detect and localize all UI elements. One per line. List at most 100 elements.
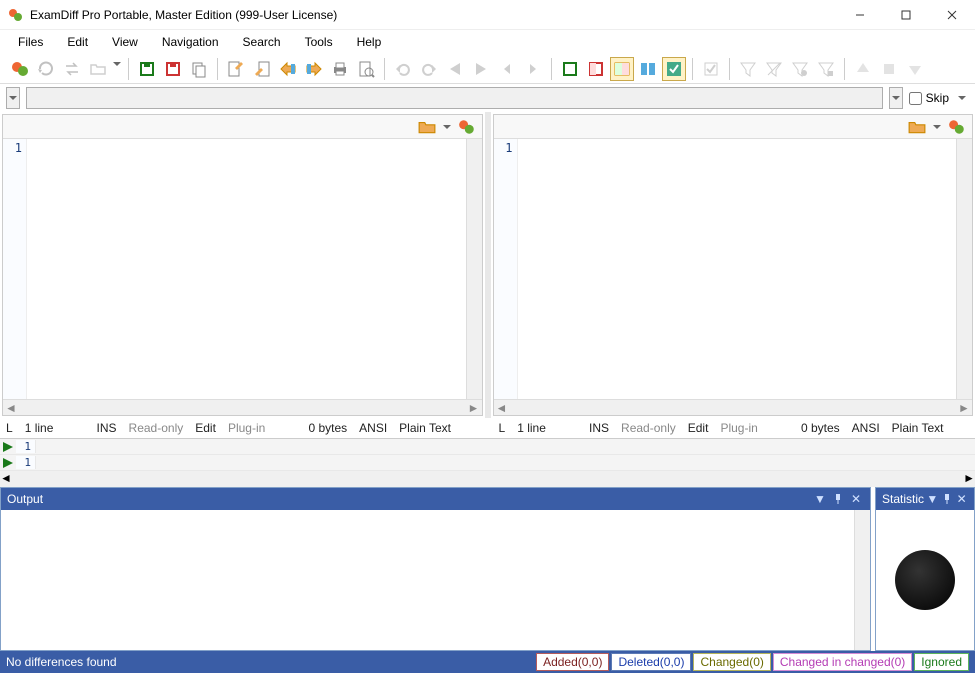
compare-mini-icon[interactable]: [948, 118, 966, 136]
filter-dropdown[interactable]: [889, 87, 903, 109]
badge-ignored: Ignored: [914, 653, 969, 671]
readonly-label: Read-only: [615, 421, 682, 435]
view-sync-icon[interactable]: [662, 57, 686, 81]
prev-icon[interactable]: [495, 57, 519, 81]
down-icon[interactable]: [903, 57, 927, 81]
filter-history-dropdown[interactable]: [6, 87, 20, 109]
diff-row-1[interactable]: 1: [0, 439, 975, 455]
filter3-icon[interactable]: [788, 57, 812, 81]
size-label: 0 bytes: [795, 421, 846, 435]
stop-icon[interactable]: [877, 57, 901, 81]
left-vscroll[interactable]: [466, 139, 482, 399]
copy-icon[interactable]: [187, 57, 211, 81]
status-bar: No differences found Added(0,0) Deleted(…: [0, 651, 975, 673]
badge-added: Added(0,0): [536, 653, 609, 671]
edit-left-icon[interactable]: [224, 57, 248, 81]
line-count: 1 line: [19, 421, 60, 435]
output-panel: Output ▼ ✕: [0, 487, 871, 651]
save-icon[interactable]: [135, 57, 159, 81]
undo-icon[interactable]: [391, 57, 415, 81]
skip-checkbox[interactable]: Skip: [909, 91, 949, 105]
checkmark-icon[interactable]: [699, 57, 723, 81]
statistic-panel: Statistic ▼ ✕: [875, 487, 975, 651]
main-hscroll[interactable]: ◄►: [0, 471, 975, 487]
diff-summary-rows: 1 1: [0, 438, 975, 471]
diff-line-num: 1: [16, 440, 36, 453]
prev-diff-icon[interactable]: [443, 57, 467, 81]
up-icon[interactable]: [851, 57, 875, 81]
close-button[interactable]: [929, 0, 975, 30]
edit-right-icon[interactable]: [250, 57, 274, 81]
menu-bar: Files Edit View Navigation Search Tools …: [0, 30, 975, 54]
right-pane-header: [494, 115, 973, 139]
status-message: No differences found: [6, 655, 536, 669]
right-editor[interactable]: [518, 139, 957, 399]
preview-icon[interactable]: [354, 57, 378, 81]
output-vscroll[interactable]: [854, 510, 870, 650]
right-hscroll[interactable]: ◄►: [494, 399, 973, 415]
open-file-icon[interactable]: [418, 118, 436, 136]
open-file-icon[interactable]: [908, 118, 926, 136]
statistic-title: Statistic: [882, 492, 924, 506]
left-hscroll[interactable]: ◄►: [3, 399, 482, 415]
filter2-icon[interactable]: [762, 57, 786, 81]
pane-splitter[interactable]: [485, 112, 491, 418]
badge-deleted: Deleted(0,0): [611, 653, 691, 671]
left-editor[interactable]: [27, 139, 466, 399]
next-diff-icon[interactable]: [469, 57, 493, 81]
menu-view[interactable]: View: [102, 33, 148, 51]
panel-menu-icon[interactable]: ▼: [926, 491, 939, 507]
open-dropdown-icon[interactable]: [928, 118, 946, 136]
output-header: Output ▼ ✕: [1, 488, 870, 510]
output-text[interactable]: [1, 510, 854, 650]
view-single-icon[interactable]: [558, 57, 582, 81]
redo-icon[interactable]: [417, 57, 441, 81]
output-title: Output: [7, 492, 43, 506]
menu-tools[interactable]: Tools: [295, 33, 343, 51]
encoding-label: ANSI: [353, 421, 393, 435]
panel-close-icon[interactable]: ✕: [955, 491, 968, 507]
save-red-icon[interactable]: [161, 57, 185, 81]
left-gutter: 1: [3, 139, 27, 399]
menu-search[interactable]: Search: [233, 33, 291, 51]
diff-row-2[interactable]: 1: [0, 455, 975, 471]
menu-files[interactable]: Files: [8, 33, 53, 51]
swap-icon[interactable]: [60, 57, 84, 81]
dropdown-icon[interactable]: [112, 57, 122, 81]
menu-navigation[interactable]: Navigation: [152, 33, 229, 51]
badge-changed: Changed(0): [693, 653, 770, 671]
open-folder-icon[interactable]: [86, 57, 110, 81]
panel-close-icon[interactable]: ✕: [848, 491, 864, 507]
panel-pin-icon[interactable]: [941, 491, 954, 507]
refresh-icon[interactable]: [34, 57, 58, 81]
filter-combo[interactable]: [26, 87, 883, 109]
view-left-icon[interactable]: [584, 57, 608, 81]
app-icon: [8, 7, 24, 23]
readonly-label: Read-only: [123, 421, 190, 435]
view-split-icon[interactable]: [610, 57, 634, 81]
panel-pin-icon[interactable]: [830, 491, 846, 507]
merge-left-icon[interactable]: [276, 57, 300, 81]
panel-menu-icon[interactable]: ▼: [812, 491, 828, 507]
menu-help[interactable]: Help: [347, 33, 392, 51]
left-pane-header: [3, 115, 482, 139]
type-label: Plain Text: [393, 421, 457, 435]
maximize-button[interactable]: [883, 0, 929, 30]
right-vscroll[interactable]: [956, 139, 972, 399]
skip-dropdown[interactable]: [955, 87, 969, 109]
next-icon[interactable]: [521, 57, 545, 81]
type-label: Plain Text: [886, 421, 950, 435]
filter1-icon[interactable]: [736, 57, 760, 81]
minimize-button[interactable]: [837, 0, 883, 30]
pane-status-row: L 1 line INS Read-only Edit Plug-in 0 by…: [0, 418, 975, 438]
merge-right-icon[interactable]: [302, 57, 326, 81]
print-icon[interactable]: [328, 57, 352, 81]
view-linked-icon[interactable]: [636, 57, 660, 81]
menu-edit[interactable]: Edit: [57, 33, 98, 51]
compare-mini-icon[interactable]: [458, 118, 476, 136]
right-pane: 1 ◄►: [493, 114, 974, 416]
compare-icon[interactable]: [8, 57, 32, 81]
open-dropdown-icon[interactable]: [438, 118, 456, 136]
arrow-right-icon: [0, 442, 16, 452]
filter4-icon[interactable]: [814, 57, 838, 81]
